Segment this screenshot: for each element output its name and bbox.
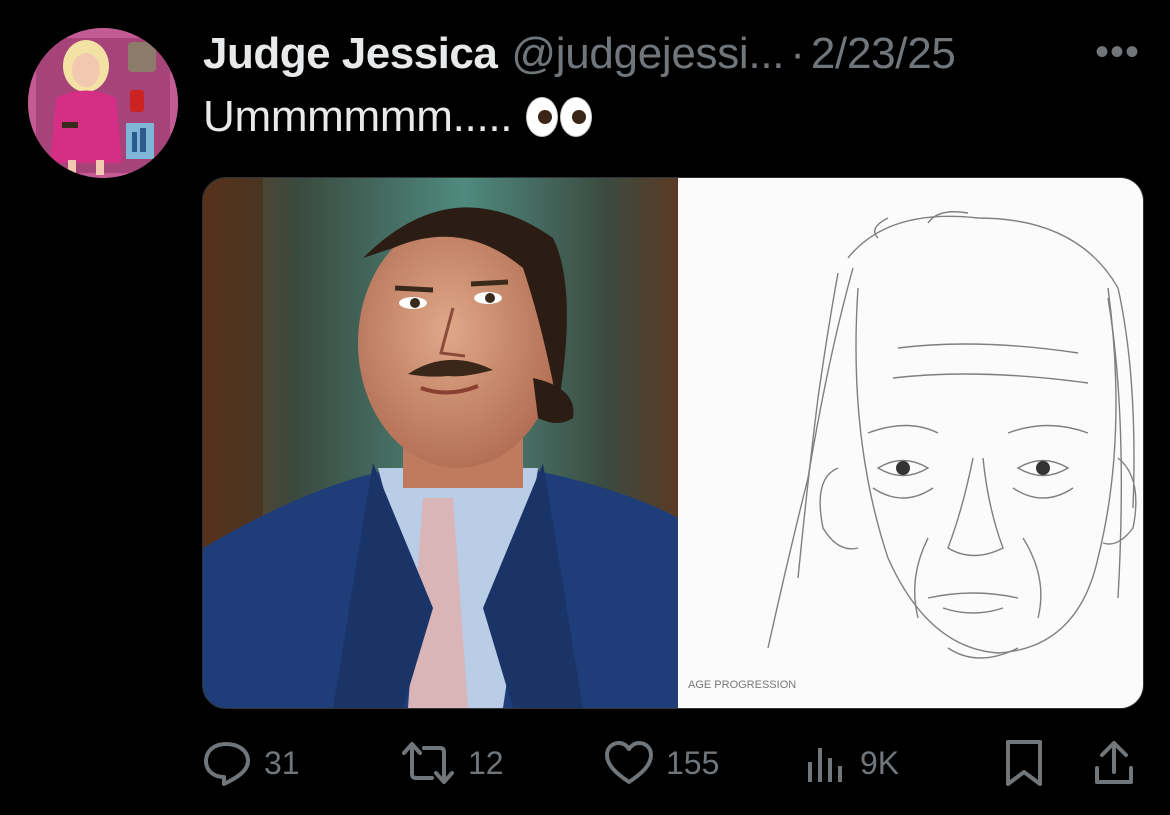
bookmark-icon xyxy=(1006,740,1042,786)
reply-count: 31 xyxy=(264,744,300,781)
share-button[interactable] xyxy=(1092,735,1136,791)
man-photo-image xyxy=(203,178,678,708)
man-in-suit-photo[interactable] xyxy=(203,178,678,708)
pencil-sketch-image: AGE PROGRESSION xyxy=(678,178,1141,708)
like-button[interactable]: 155 xyxy=(604,735,719,791)
barbie-avatar-image xyxy=(28,28,178,178)
sketch-photo[interactable]: AGE PROGRESSION xyxy=(678,178,1143,708)
eyes-emoji xyxy=(526,97,593,137)
sketch-caption: AGE PROGRESSION xyxy=(688,679,796,691)
repost-count: 12 xyxy=(468,744,504,781)
heart-icon xyxy=(605,741,653,784)
reply-button[interactable]: 31 xyxy=(202,735,300,791)
eye-left xyxy=(526,97,559,137)
more-icon[interactable]: ••• xyxy=(1095,30,1140,75)
share-icon xyxy=(1095,741,1133,784)
tweet-text: Ummmmmm..... xyxy=(203,92,593,142)
action-bar: 31 12 155 9K xyxy=(202,735,1142,791)
bookmark-button[interactable] xyxy=(1002,735,1046,791)
tweet-header: Judge Jessica @judgejessi... · 2/23/25 •… xyxy=(203,24,1150,84)
repost-icon xyxy=(402,742,454,784)
repost-button[interactable]: 12 xyxy=(400,735,504,791)
analytics-icon xyxy=(808,748,842,782)
reply-icon xyxy=(204,742,250,786)
tweet-body: Ummmmmm..... xyxy=(203,92,513,141)
eye-right xyxy=(560,97,593,137)
display-name[interactable]: Judge Jessica xyxy=(203,29,498,79)
like-count: 155 xyxy=(666,744,720,781)
user-handle[interactable]: @judgejessi... xyxy=(511,29,784,79)
tweet-date[interactable]: 2/23/25 xyxy=(811,29,956,79)
separator: · xyxy=(790,29,805,78)
views-button[interactable]: 9K xyxy=(804,735,899,791)
view-count: 9K xyxy=(860,744,900,781)
avatar[interactable] xyxy=(28,28,178,178)
tweet-media[interactable]: AGE PROGRESSION xyxy=(202,177,1144,709)
